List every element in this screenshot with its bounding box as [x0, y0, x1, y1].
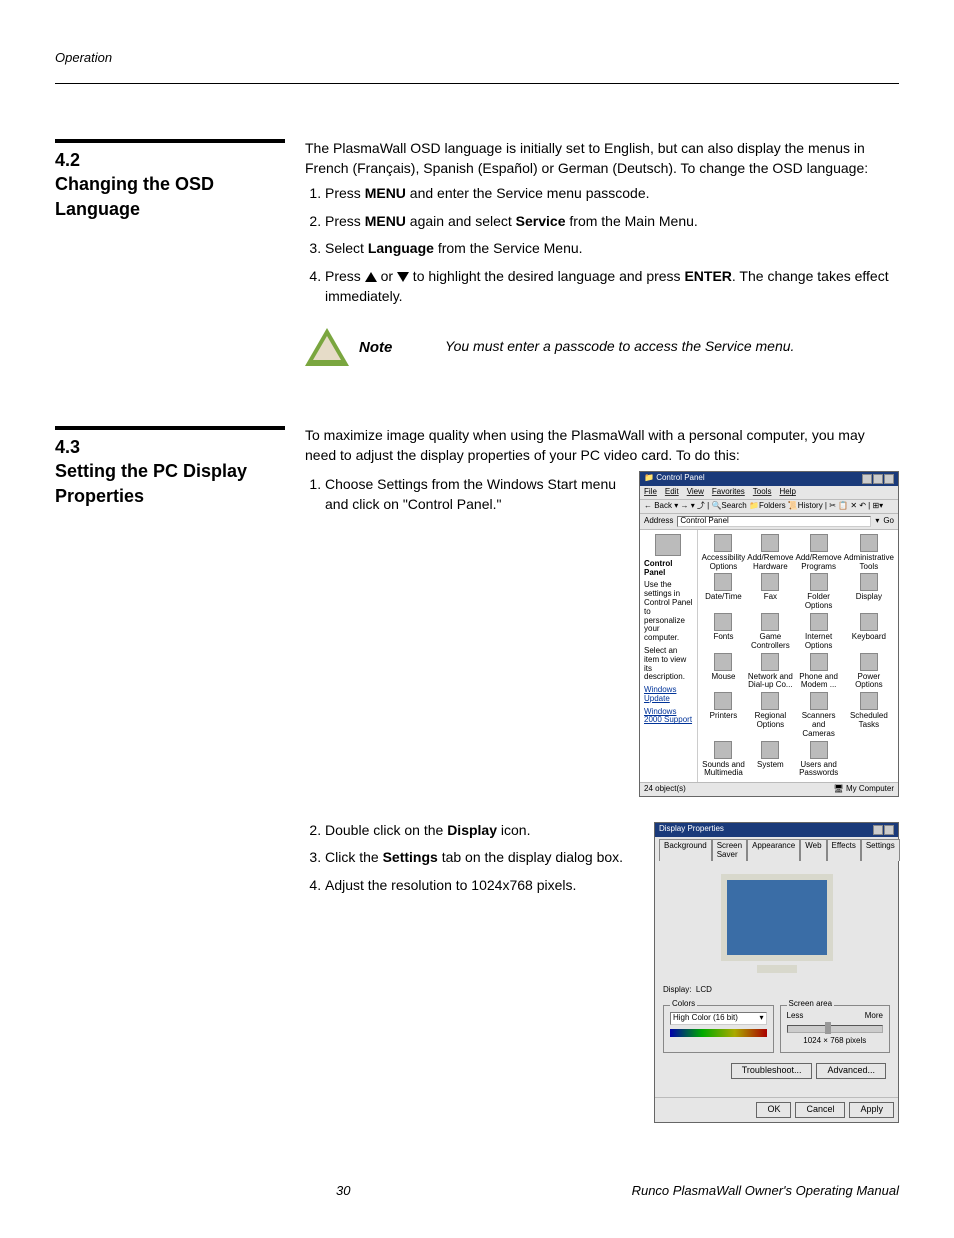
help-icon [873, 825, 883, 835]
up-arrow-icon [365, 272, 377, 282]
cp-item: Folder Options [796, 573, 842, 611]
monitor-preview [721, 874, 833, 961]
troubleshoot-button: Troubleshoot... [731, 1063, 813, 1079]
heading-bar [55, 426, 285, 430]
section-number: 4.3 [55, 437, 80, 457]
colors-fieldset: Colors High Color (16 bit)▾ [663, 1005, 774, 1053]
ok-button: OK [756, 1102, 791, 1118]
page-footer: 30 Runco PlasmaWall Owner's Operating Ma… [55, 1183, 899, 1198]
cp-item: Sounds and Multimedia [702, 741, 746, 779]
cp-item: Printers [702, 692, 746, 738]
header-rule [55, 83, 899, 84]
cp-item: Keyboard [844, 613, 894, 651]
step-4: Press or to highlight the desired langua… [325, 267, 899, 306]
apply-button: Apply [849, 1102, 894, 1118]
side-heading-4-3: 4.3 Setting the PC Display Properties [55, 426, 305, 508]
side-heading-4-2: 4.2 Changing the OSD Language [55, 139, 305, 221]
warning-triangle-icon [305, 328, 349, 366]
minimize-icon [862, 474, 872, 484]
cp-item: Fax [747, 573, 793, 611]
step-2: Press MENU again and select Service from… [325, 212, 899, 232]
screen-area-fieldset: Screen area Less More 1024 × 768 pixels [780, 1005, 891, 1053]
cp-item: Administrative Tools [844, 534, 894, 572]
cp-item: Add/Remove Programs [796, 534, 842, 572]
advanced-button: Advanced... [816, 1063, 886, 1079]
cp-item: Phone and Modem ... [796, 653, 842, 691]
section-4-2: 4.2 Changing the OSD Language The Plasma… [55, 139, 899, 396]
cp-sidebar: Control Panel Use the settings in Contro… [640, 530, 698, 782]
color-bar [670, 1029, 767, 1037]
page-number: 30 [55, 1183, 632, 1198]
step1-row: Choose Settings from the Windows Start m… [305, 471, 899, 797]
cp-statusbar: 24 object(s) 🖥 My Computer [640, 782, 898, 796]
cp-item: Power Options [844, 653, 894, 691]
cp-toolbar: ← Back ▾ → ▾ ⤴ | 🔍Search 📁Folders 📜Histo… [640, 500, 898, 514]
cp-menubar: File Edit View Favorites Tools Help [640, 486, 898, 500]
step-4: Adjust the resolution to 1024x768 pixels… [325, 876, 634, 896]
step-3: Click the Settings tab on the display di… [325, 848, 634, 868]
cp-item: Game Controllers [747, 613, 793, 651]
close-icon [884, 825, 894, 835]
cp-icon-grid: Accessibility OptionsAdd/Remove Hardware… [698, 530, 898, 782]
control-panel-screenshot: 📁 Control Panel File Edit View Favorites… [639, 471, 899, 797]
section-title: Changing the OSD Language [55, 174, 214, 218]
steps-list: Press MENU and enter the Service menu pa… [305, 184, 899, 306]
cp-item: Fonts [702, 613, 746, 651]
address-field: Control Panel [677, 516, 871, 527]
cp-item: Internet Options [796, 613, 842, 651]
maximize-icon [873, 474, 883, 484]
cp-item: Display [844, 573, 894, 611]
note-text: You must enter a passcode to access the … [445, 337, 794, 357]
cp-item: Add/Remove Hardware [747, 534, 793, 572]
section-title: Setting the PC Display Properties [55, 461, 247, 505]
cancel-button: Cancel [795, 1102, 845, 1118]
heading-bar [55, 139, 285, 143]
cp-item: Date/Time [702, 573, 746, 611]
cp-addressbar: Address Control Panel ▾ Go [640, 514, 898, 530]
body-4-3: To maximize image quality when using the… [305, 426, 899, 1123]
intro-text: To maximize image quality when using the… [305, 426, 899, 465]
cp-item: Scheduled Tasks [844, 692, 894, 738]
step-2: Double click on the Display icon. [325, 821, 634, 841]
section-4-3: 4.3 Setting the PC Display Properties To… [55, 426, 899, 1123]
cp-titlebar: 📁 Control Panel [640, 472, 898, 486]
steps234-row: Double click on the Display icon. Click … [305, 817, 899, 1123]
running-header: Operation [55, 50, 899, 65]
cp-item: Accessibility Options [702, 534, 746, 572]
cp-item: Network and Dial-up Co... [747, 653, 793, 691]
down-arrow-icon [397, 272, 409, 282]
manual-title: Runco PlasmaWall Owner's Operating Manua… [632, 1183, 899, 1198]
cp-item: Users and Passwords [796, 741, 842, 779]
intro-text: The PlasmaWall OSD language is initially… [305, 139, 899, 178]
step-1: Press MENU and enter the Service menu pa… [325, 184, 899, 204]
close-icon [884, 474, 894, 484]
display-properties-screenshot: Display Properties Background Screen Sav… [654, 822, 899, 1123]
dp-tabs: Background Screen Saver Appearance Web E… [655, 837, 898, 862]
dp-titlebar: Display Properties [655, 823, 898, 837]
step-3: Select Language from the Service Menu. [325, 239, 899, 259]
cp-item: Scanners and Cameras [796, 692, 842, 738]
resolution-slider [787, 1025, 884, 1033]
step-1: Choose Settings from the Windows Start m… [325, 475, 619, 514]
note-label: Note [359, 339, 392, 356]
note-block: Note You must enter a passcode to access… [305, 328, 899, 366]
cp-item: Regional Options [747, 692, 793, 738]
body-4-2: The PlasmaWall OSD language is initially… [305, 139, 899, 396]
cp-item: System [747, 741, 793, 779]
section-number: 4.2 [55, 150, 80, 170]
colors-select: High Color (16 bit)▾ [670, 1012, 767, 1025]
cp-item: Mouse [702, 653, 746, 691]
